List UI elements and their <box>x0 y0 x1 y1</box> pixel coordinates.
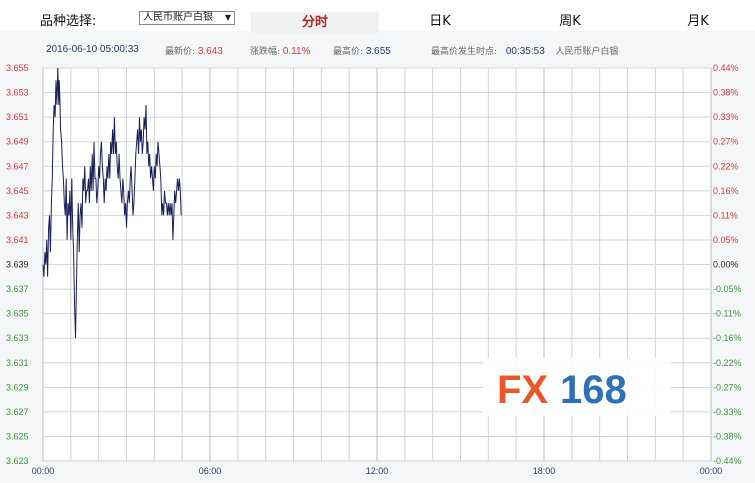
y-tick-label-left: 3.633 <box>6 333 29 343</box>
watermark-168: 168 <box>560 368 627 412</box>
y-tick-label-right: -0.33% <box>713 407 742 417</box>
y-tick-label-left: 3.655 <box>6 63 29 73</box>
y-tick-label-left: 3.629 <box>6 382 29 392</box>
y-tick-label-left: 3.631 <box>6 358 29 368</box>
x-tick-label: 00:00 <box>700 466 723 476</box>
y-tick-label-right: 0.16% <box>713 186 739 196</box>
y-tick-label-right: -0.16% <box>713 333 742 343</box>
y-tick-label-right: 0.22% <box>713 161 739 171</box>
y-tick-label-left: 3.647 <box>6 161 29 171</box>
y-tick-label-right: -0.22% <box>713 358 742 368</box>
y-tick-label-right: 0.05% <box>713 235 739 245</box>
y-tick-label-right: 0.33% <box>713 112 739 122</box>
y-tick-label-right: 0.11% <box>713 210 738 220</box>
x-tick-label: 00:00 <box>32 466 55 476</box>
y-tick-label-left: 3.653 <box>6 88 29 98</box>
y-tick-label-right: 0.44% <box>713 63 739 73</box>
y-tick-label-left: 3.627 <box>6 407 29 417</box>
y-tick-label-right: 0.27% <box>713 137 739 147</box>
watermark-fx: FX <box>497 368 548 412</box>
y-tick-label-left: 3.649 <box>6 137 29 147</box>
y-tick-label-left: 3.623 <box>6 456 29 466</box>
y-tick-label-left: 3.651 <box>6 112 29 122</box>
y-tick-label-left: 3.625 <box>6 431 29 441</box>
intraday-chart: FX 168 3.655 0.44% 3.653 0.38% 3.651 0.33% 3.6… <box>6 63 742 476</box>
y-tick-label-left: 3.641 <box>6 235 29 245</box>
x-tick-label: 18:00 <box>533 466 556 476</box>
y-tick-label-left: 3.635 <box>6 309 29 319</box>
x-tick-label: 12:00 <box>366 466 389 476</box>
fx168-watermark: FX 168 <box>483 358 671 416</box>
x-tick-label: 06:00 <box>199 466 222 476</box>
y-tick-label-left: 3.637 <box>6 284 29 294</box>
y-tick-label-right: -0.11% <box>713 309 741 319</box>
y-tick-label-left: 3.643 <box>6 210 29 220</box>
y-tick-label-left: 3.639 <box>6 260 29 270</box>
y-tick-label-right: -0.38% <box>713 431 742 441</box>
y-tick-label-right: -0.05% <box>713 284 742 294</box>
y-tick-label-right: -0.27% <box>713 382 742 392</box>
y-tick-label-right: -0.44% <box>713 456 742 466</box>
y-tick-label-right: 0.00% <box>713 260 739 270</box>
y-tick-label-right: 0.38% <box>713 88 739 98</box>
y-tick-label-left: 3.645 <box>6 186 29 196</box>
